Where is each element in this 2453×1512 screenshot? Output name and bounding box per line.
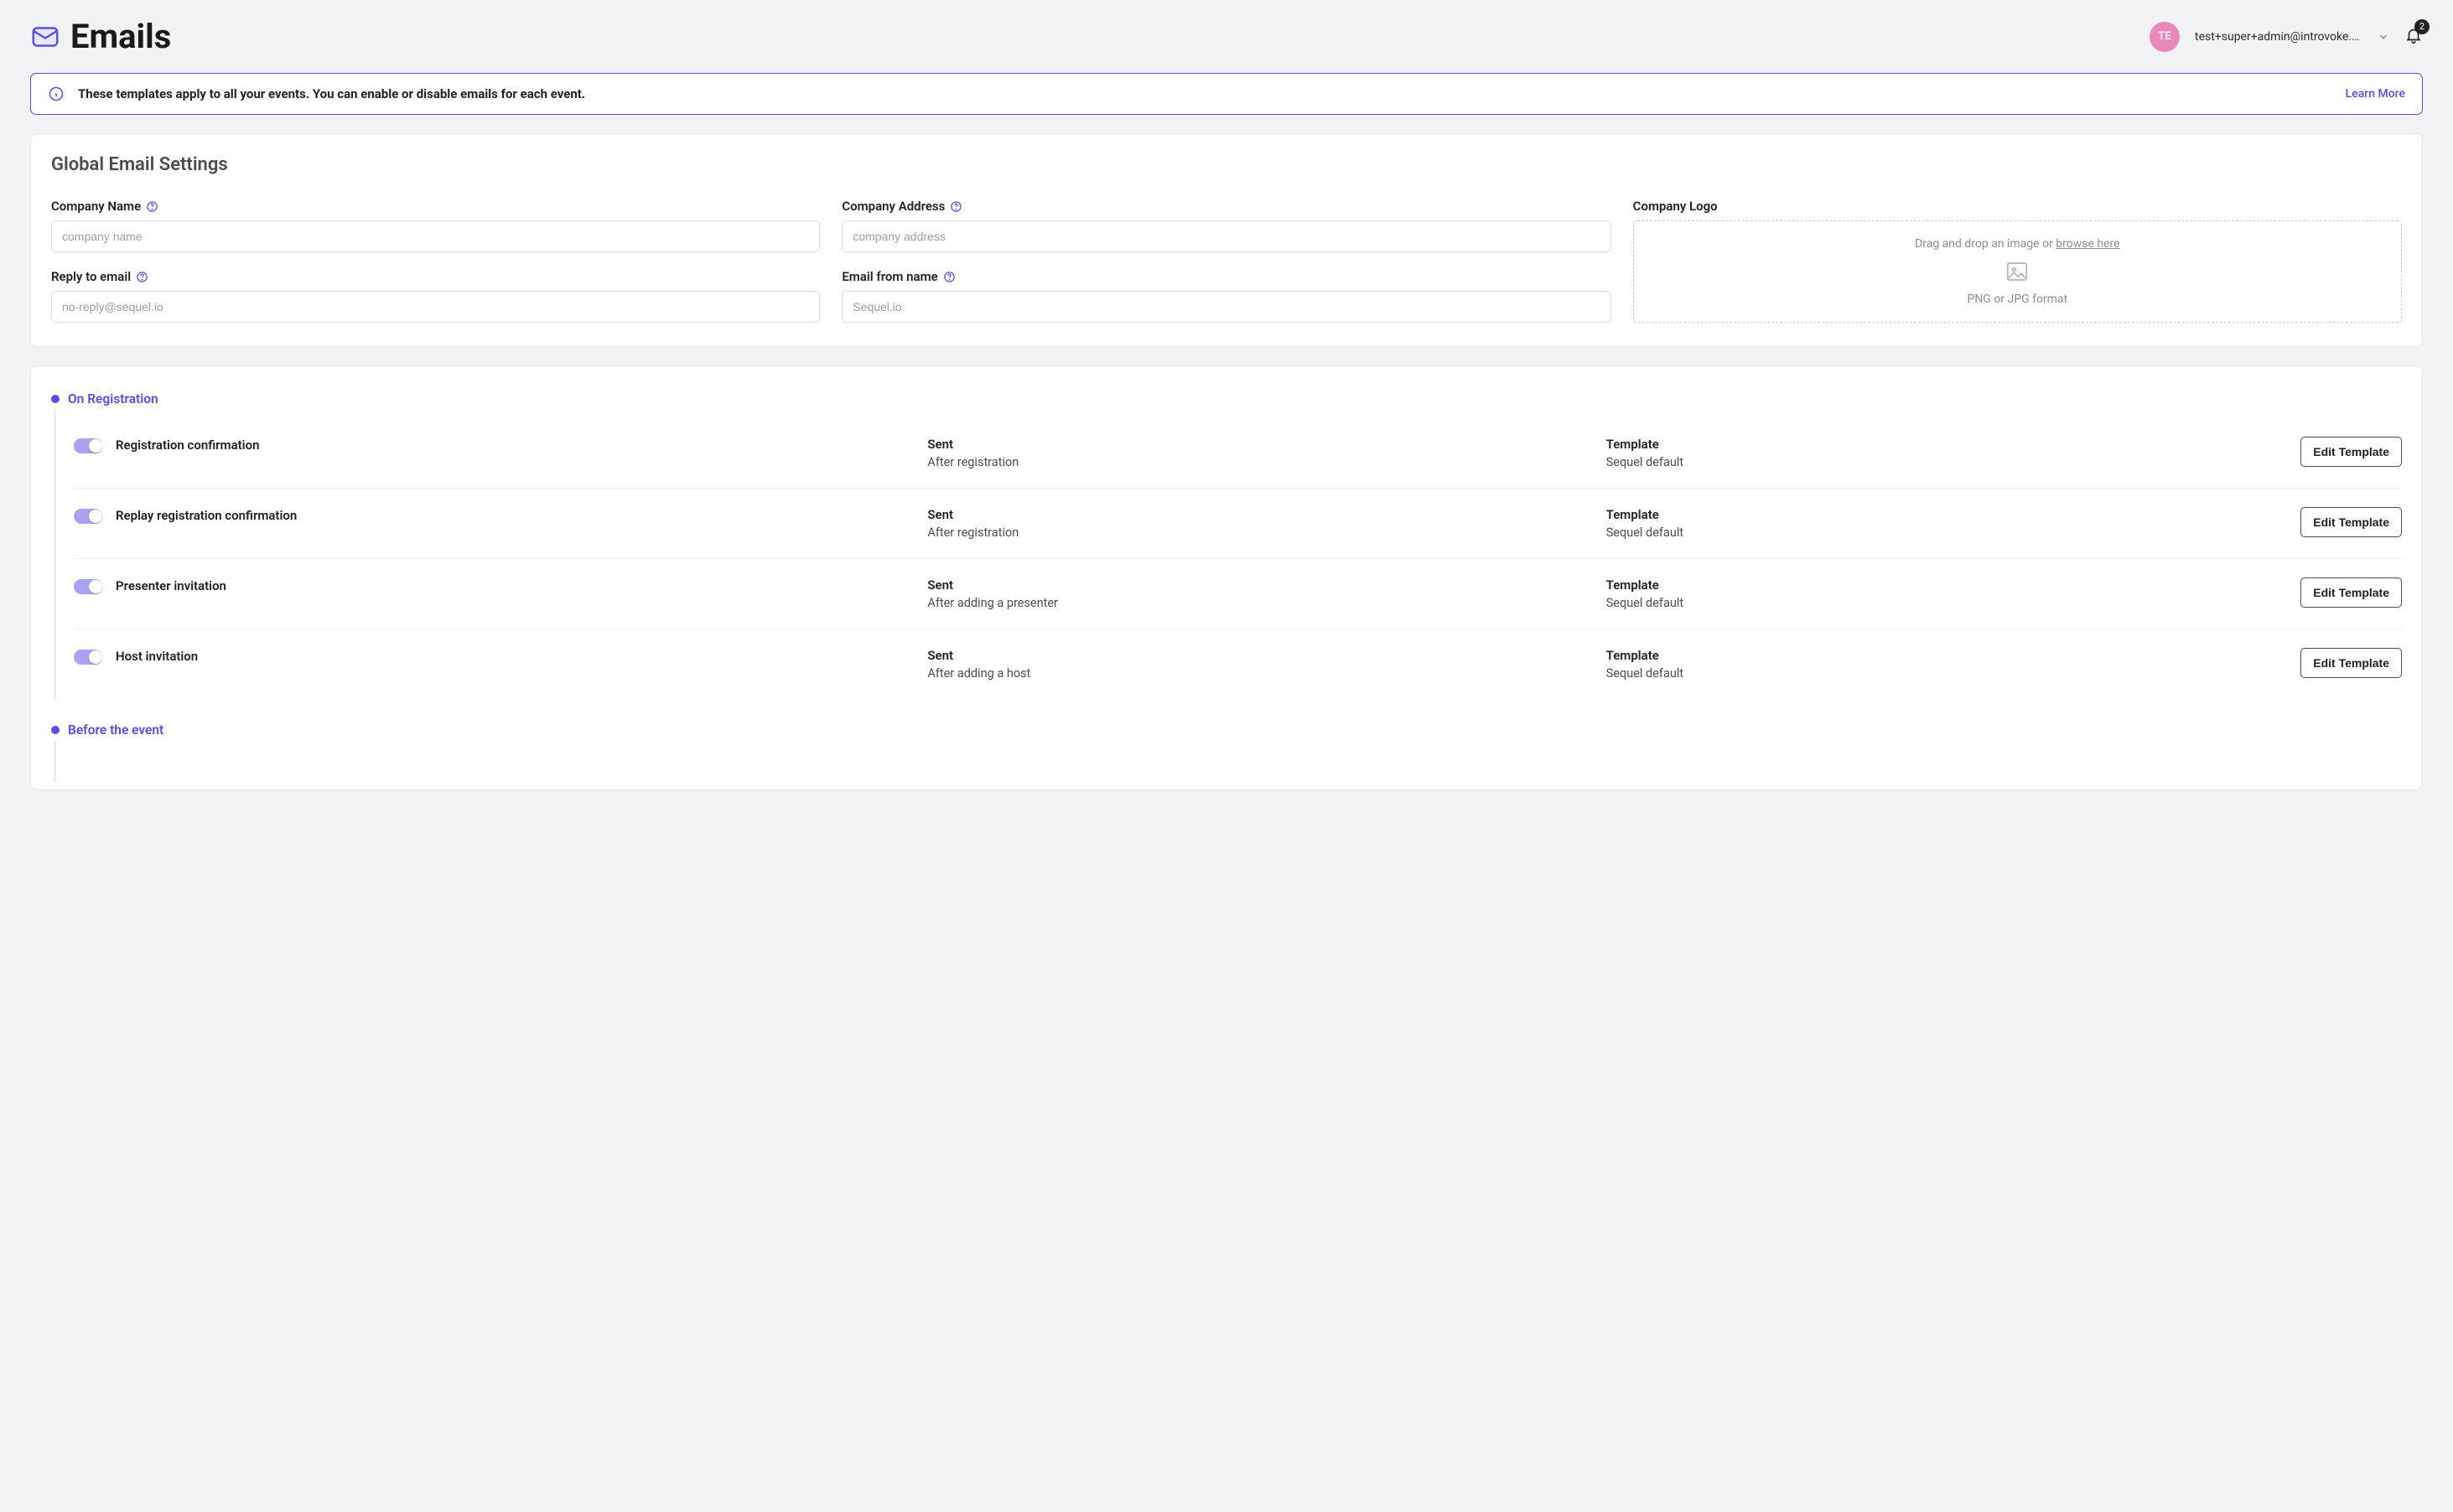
reply-to-label-text: Reply to email — [51, 269, 131, 284]
toggle[interactable] — [74, 509, 102, 524]
template-label: Template — [1606, 648, 2273, 663]
sent-value: After registration — [927, 455, 1594, 469]
template-label: Template — [1606, 437, 2273, 452]
page-header: Emails TE test+super+admin@introvoke.c… … — [0, 0, 2453, 73]
email-row: Replay registration confirmation Sent Af… — [74, 489, 2402, 559]
avatar[interactable]: TE — [2150, 22, 2180, 52]
reply-to-label: Reply to email — [51, 269, 820, 284]
logo-format-hint: PNG or JPG format — [1967, 293, 2067, 306]
toggle[interactable] — [74, 438, 102, 453]
template-col: Template Sequel default — [1606, 507, 2273, 540]
edit-template-button[interactable]: Edit Template — [2300, 507, 2402, 537]
sent-col: Sent After registration — [927, 437, 1594, 469]
email-name: Host invitation — [116, 649, 915, 664]
info-banner: These templates apply to all your events… — [30, 73, 2423, 115]
sent-value: After adding a host — [927, 666, 1594, 681]
mail-icon — [30, 22, 60, 52]
sent-label: Sent — [927, 507, 1594, 522]
sent-col: Sent After registration — [927, 507, 1594, 540]
section-before-event: Before the event — [51, 722, 2402, 783]
toggle[interactable] — [74, 579, 102, 594]
help-icon[interactable] — [950, 200, 962, 213]
sent-col: Sent After adding a host — [927, 648, 1594, 681]
template-value: Sequel default — [1606, 596, 2273, 610]
notifications-button[interactable]: 2 — [2404, 26, 2423, 48]
learn-more-link[interactable]: Learn More — [2346, 87, 2405, 101]
email-row: Presenter invitation Sent After adding a… — [74, 559, 2402, 629]
company-logo-label: Company Logo — [1633, 199, 2402, 214]
template-value: Sequel default — [1606, 666, 2273, 681]
sent-label: Sent — [927, 577, 1594, 593]
help-icon[interactable] — [136, 271, 148, 283]
help-icon[interactable] — [146, 200, 158, 213]
header-right: TE test+super+admin@introvoke.c… 2 — [2150, 22, 2423, 52]
reply-to-field: Reply to email — [51, 269, 820, 323]
company-logo-field: Company Logo Drag and drop an image or b… — [1633, 199, 2402, 323]
section-title: On Registration — [68, 391, 158, 406]
email-name: Presenter invitation — [116, 578, 915, 593]
template-value: Sequel default — [1606, 455, 2273, 469]
email-sections-card: On Registration Registration confirmatio… — [30, 365, 2423, 790]
page-title: Emails — [70, 17, 171, 56]
toggle[interactable] — [74, 650, 102, 665]
company-address-field: Company Address — [842, 199, 1610, 252]
sent-value: After adding a presenter — [927, 596, 1594, 610]
section-header: On Registration — [51, 391, 2402, 406]
template-value: Sequel default — [1606, 526, 2273, 540]
section-rows: Registration confirmation Sent After reg… — [54, 410, 2402, 699]
section-rows — [54, 741, 2402, 783]
title-group: Emails — [30, 17, 171, 56]
company-logo-label-text: Company Logo — [1633, 199, 1718, 214]
company-address-input[interactable] — [842, 220, 1610, 252]
sent-col: Sent After adding a presenter — [927, 577, 1594, 610]
edit-template-button[interactable]: Edit Template — [2300, 437, 2402, 467]
edit-template-button[interactable]: Edit Template — [2300, 577, 2402, 608]
company-name-label: Company Name — [51, 199, 820, 214]
from-name-label: Email from name — [842, 269, 1610, 284]
from-name-field: Email from name — [842, 269, 1610, 323]
notifications-badge: 2 — [2414, 19, 2430, 34]
global-settings-title: Global Email Settings — [51, 154, 2402, 175]
logo-dropzone[interactable]: Drag and drop an image or browse here PN… — [1633, 220, 2402, 323]
from-name-input[interactable] — [842, 291, 1610, 323]
template-label: Template — [1606, 577, 2273, 593]
section-title: Before the event — [68, 722, 163, 738]
chevron-down-icon[interactable] — [2378, 31, 2389, 43]
company-name-input[interactable] — [51, 220, 820, 252]
user-email[interactable]: test+super+admin@introvoke.c… — [2195, 30, 2362, 44]
template-col: Template Sequel default — [1606, 577, 2273, 610]
logo-prompt: Drag and drop an image or browse here — [1915, 237, 2120, 251]
company-address-label-text: Company Address — [842, 199, 945, 214]
section-on-registration: On Registration Registration confirmatio… — [51, 391, 2402, 699]
email-row: Host invitation Sent After adding a host… — [74, 629, 2402, 699]
sent-label: Sent — [927, 437, 1594, 452]
company-name-field: Company Name — [51, 199, 820, 252]
template-col: Template Sequel default — [1606, 648, 2273, 681]
global-settings-card: Global Email Settings Company Name Compa… — [30, 133, 2423, 347]
company-address-label: Company Address — [842, 199, 1610, 214]
from-name-label-text: Email from name — [842, 269, 937, 284]
browse-link[interactable]: browse here — [2056, 237, 2119, 251]
sent-label: Sent — [927, 648, 1594, 663]
help-icon[interactable] — [943, 271, 956, 283]
section-dot-icon — [51, 726, 60, 734]
info-text: These templates apply to all your events… — [78, 86, 2332, 101]
email-row: Registration confirmation Sent After reg… — [74, 428, 2402, 489]
info-icon — [48, 85, 65, 102]
settings-grid: Company Name Company Address Company Log… — [51, 199, 2402, 323]
company-name-label-text: Company Name — [51, 199, 141, 214]
section-header: Before the event — [51, 722, 2402, 738]
section-dot-icon — [51, 395, 60, 403]
image-placeholder-icon — [2004, 259, 2030, 284]
template-col: Template Sequel default — [1606, 437, 2273, 469]
email-name: Replay registration confirmation — [116, 508, 915, 523]
reply-to-input[interactable] — [51, 291, 820, 323]
email-name: Registration confirmation — [116, 438, 915, 453]
sent-value: After registration — [927, 526, 1594, 540]
edit-template-button[interactable]: Edit Template — [2300, 648, 2402, 678]
template-label: Template — [1606, 507, 2273, 522]
logo-prompt-prefix: Drag and drop an image or — [1915, 237, 2056, 251]
